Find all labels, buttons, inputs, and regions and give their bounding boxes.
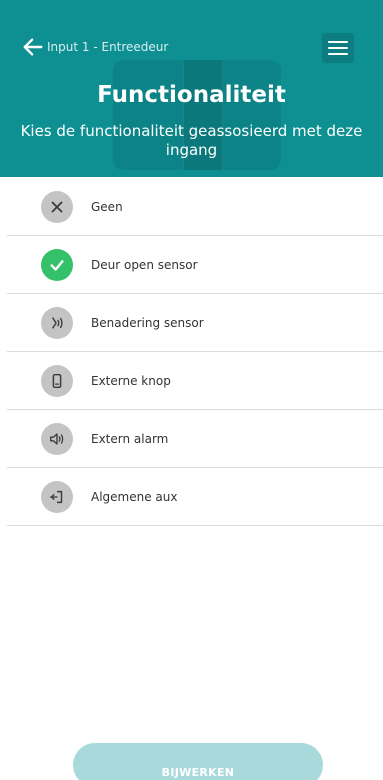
page-title: Functionaliteit (97, 82, 286, 108)
proximity-sensor-icon (41, 306, 73, 339)
page-subtitle: Kies de functionaliteit geassosieerd met… (20, 122, 363, 159)
option-label: Externe knop (91, 373, 171, 388)
option-externe-knop[interactable]: Externe knop (7, 352, 383, 410)
menu-icon-bar (328, 53, 348, 55)
option-label: Extern alarm (91, 431, 169, 446)
update-button[interactable]: BIJWERKEN (73, 743, 323, 780)
option-label: Deur open sensor (91, 257, 198, 272)
aux-input-icon (41, 480, 73, 513)
option-label: Geen (91, 199, 123, 214)
breadcrumb: Input 1 - Entreedeur (47, 40, 169, 54)
menu-icon-bar (328, 47, 348, 49)
header: Input 1 - Entreedeur Functionaliteit Kie… (0, 0, 383, 177)
option-extern-alarm[interactable]: Extern alarm (7, 410, 383, 468)
option-geen[interactable]: Geen (7, 178, 383, 236)
option-benadering-sensor[interactable]: Benadering sensor (7, 294, 383, 352)
option-deur-open-sensor[interactable]: Deur open sensor (7, 236, 383, 294)
menu-icon-bar (328, 41, 348, 43)
hamburger-menu-button[interactable] (322, 33, 354, 63)
option-label: Benadering sensor (91, 315, 204, 330)
functionality-list: Geen Deur open sensor Benadering sensor … (7, 178, 383, 526)
back-button[interactable]: Input 1 - Entreedeur (22, 34, 168, 60)
x-icon (41, 190, 73, 223)
external-button-icon (41, 364, 73, 397)
speaker-icon (41, 422, 73, 455)
option-label: Algemene aux (91, 489, 178, 504)
option-algemene-aux[interactable]: Algemene aux (7, 468, 383, 526)
checkmark-icon (41, 248, 73, 281)
arrow-left-icon (23, 38, 43, 56)
